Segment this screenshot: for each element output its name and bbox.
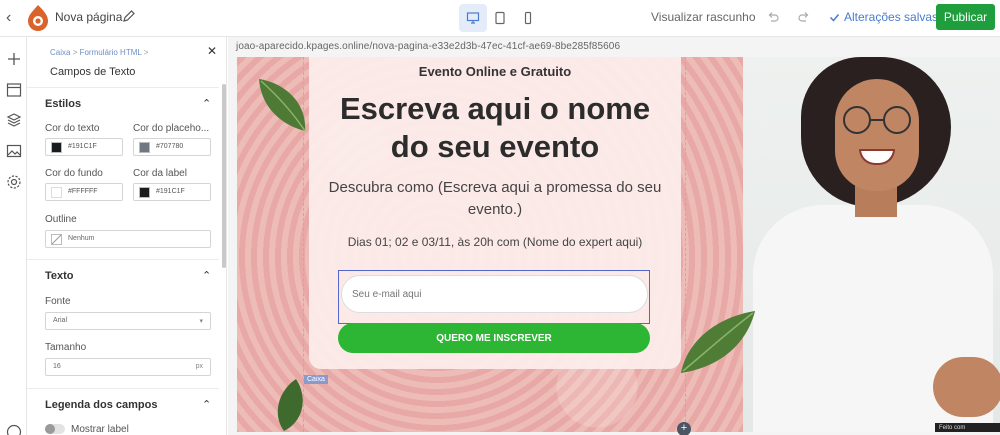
- leaf-decoration-icon: [259, 79, 306, 132]
- help-icon[interactable]: [6, 424, 22, 435]
- event-kicker: Evento Online e Gratuito: [418, 64, 572, 79]
- breadcrumb-item[interactable]: Caixa: [50, 48, 70, 57]
- placeholder-color-label: Cor do placeho...: [133, 123, 210, 134]
- mobile-view-button[interactable]: [514, 4, 542, 32]
- color-hex: #191C1F: [68, 143, 97, 150]
- font-value: Arial: [53, 317, 68, 324]
- text-color-field[interactable]: #191C1F: [45, 138, 123, 156]
- page-name[interactable]: Nova página: [55, 10, 122, 24]
- add-section-button[interactable]: +: [677, 422, 691, 435]
- selection-tag[interactable]: Caixa: [304, 375, 328, 384]
- breadcrumb-separator: >: [72, 48, 80, 57]
- no-outline-icon: [51, 234, 62, 245]
- section-title: Legenda dos campos: [45, 399, 158, 411]
- size-value: 16: [53, 363, 61, 370]
- top-bar: ‹ Nova página Visualizar rascunho Altera…: [0, 0, 1000, 37]
- panel-title: Campos de Texto: [50, 66, 136, 78]
- powered-by-badge: Feito com: [935, 423, 1000, 432]
- desktop-view-button[interactable]: [459, 4, 487, 32]
- color-swatch: [51, 142, 62, 153]
- styles-section-header[interactable]: Estilos ⌃: [27, 87, 219, 119]
- size-input[interactable]: 16 px: [45, 358, 211, 376]
- arm-shape: [933, 357, 1000, 417]
- outline-value: Nenhum: [68, 235, 95, 242]
- layers-icon[interactable]: [6, 112, 22, 128]
- font-label: Fonte: [45, 296, 71, 307]
- event-card: Evento Online e Gratuito Escreva aqui o …: [309, 57, 681, 369]
- add-element-icon[interactable]: [6, 51, 22, 67]
- color-swatch: [51, 187, 62, 198]
- bg-color-label: Cor do fundo: [45, 168, 103, 179]
- undo-icon[interactable]: [766, 10, 780, 24]
- color-hex: #FFFFFF: [68, 188, 98, 195]
- color-hex: #191C1F: [156, 188, 185, 195]
- redo-icon[interactable]: [797, 10, 811, 24]
- edit-pencil-icon[interactable]: [122, 9, 136, 23]
- color-swatch: [139, 142, 150, 153]
- show-label-toggle[interactable]: [45, 424, 65, 434]
- brand-logo-icon: [28, 5, 48, 31]
- label-color-label: Cor da label: [133, 168, 187, 179]
- preview-draft-link[interactable]: Visualizar rascunho: [651, 10, 756, 24]
- text-section-header[interactable]: Texto ⌃: [27, 259, 219, 291]
- text-color-label: Cor do texto: [45, 123, 100, 134]
- color-swatch: [139, 187, 150, 198]
- breadcrumb: Caixa > Formulário HTML >: [50, 48, 148, 57]
- leaf-decoration-icon: [681, 311, 755, 373]
- check-icon: [829, 13, 840, 22]
- event-headline: Escreva aqui o nome do seu evento: [339, 91, 651, 164]
- settings-gear-icon[interactable]: [6, 174, 22, 190]
- bg-color-field[interactable]: #FFFFFF: [45, 183, 123, 201]
- media-gallery-icon[interactable]: [6, 143, 22, 159]
- placeholder-color-field[interactable]: #707780: [133, 138, 211, 156]
- mobile-icon: [524, 11, 532, 25]
- chevron-up-icon: ⌃: [202, 270, 212, 282]
- publish-button[interactable]: Publicar: [936, 4, 995, 30]
- properties-panel: Caixa > Formulário HTML > ✕ Campos de Te…: [27, 37, 227, 435]
- panel-scrollbar[interactable]: [222, 84, 226, 268]
- section-title: Texto: [45, 270, 74, 282]
- show-label-text: Mostrar label: [71, 424, 129, 435]
- font-select[interactable]: Arial ▾: [45, 312, 211, 330]
- chevron-up-icon: ⌃: [202, 399, 212, 411]
- dropdown-caret-icon: ▾: [199, 318, 203, 325]
- saved-status: Alterações salvas: [829, 10, 938, 24]
- event-promise: Descubra como (Escreva aqui a promessa d…: [328, 179, 662, 218]
- sections-icon[interactable]: [6, 82, 22, 98]
- color-hex: #707780: [156, 143, 184, 150]
- label-color-field[interactable]: #191C1F: [133, 183, 211, 201]
- chevron-up-icon: ⌃: [202, 98, 212, 110]
- outline-label: Outline: [45, 214, 77, 225]
- legend-section-header[interactable]: Legenda dos campos ⌃: [27, 388, 219, 420]
- size-unit: px: [195, 363, 203, 370]
- tool-rail: [0, 37, 27, 435]
- breadcrumb-separator: >: [143, 48, 149, 57]
- section-title: Estilos: [45, 98, 82, 110]
- editor-canvas: joao-aparecido.kpages.online/nova-pagina…: [228, 37, 1000, 435]
- size-label: Tamanho: [45, 342, 87, 353]
- outline-field[interactable]: Nenhum: [45, 230, 211, 248]
- hero-photo: [743, 57, 1000, 432]
- close-icon[interactable]: ✕: [207, 44, 217, 58]
- subscribe-button[interactable]: QUERO ME INSCREVER: [338, 323, 650, 353]
- breadcrumb-item[interactable]: Formulário HTML: [80, 48, 142, 57]
- glasses-icon: [843, 106, 911, 134]
- face-shape: [835, 79, 919, 191]
- tablet-icon: [495, 11, 505, 25]
- tablet-view-button[interactable]: [486, 4, 514, 32]
- desktop-icon: [466, 12, 480, 24]
- page-url: joao-aparecido.kpages.online/nova-pagina…: [236, 41, 621, 52]
- email-field[interactable]: [341, 275, 648, 313]
- back-arrow-icon[interactable]: ‹: [6, 9, 20, 27]
- leaf-decoration-icon: [277, 379, 303, 431]
- event-date: Dias 01; 02 e 03/11, às 20h com (Nome do…: [347, 235, 643, 249]
- saved-label: Alterações salvas: [844, 10, 939, 24]
- page-preview: Evento Online e Gratuito Escreva aqui o …: [237, 57, 1000, 432]
